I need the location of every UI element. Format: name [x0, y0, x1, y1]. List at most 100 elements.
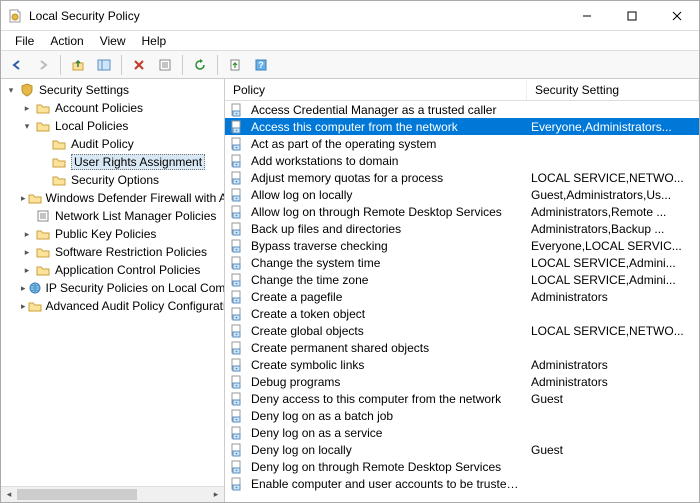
list-row[interactable]: Deny log on as a batch job — [225, 407, 699, 424]
folder-icon — [35, 262, 51, 278]
export-button[interactable] — [223, 53, 247, 77]
chevron-right-icon[interactable]: ▸ — [21, 264, 33, 276]
list-row[interactable]: Change the system timeLOCAL SERVICE,Admi… — [225, 254, 699, 271]
folder-icon — [35, 226, 51, 242]
tree-item[interactable]: ▸Software Restriction Policies — [1, 243, 224, 261]
policy-name: Create symbolic links — [245, 358, 525, 372]
minimize-button[interactable] — [564, 1, 609, 31]
refresh-button[interactable] — [188, 53, 212, 77]
list-row[interactable]: Access Credential Manager as a trusted c… — [225, 101, 699, 118]
tree-item[interactable]: Network List Manager Policies — [1, 207, 224, 225]
policy-name: Debug programs — [245, 375, 525, 389]
policy-icon — [229, 476, 245, 492]
list-row[interactable]: Allow log on locallyGuest,Administrators… — [225, 186, 699, 203]
properties-button[interactable] — [153, 53, 177, 77]
security-setting: LOCAL SERVICE,Admini... — [525, 273, 699, 287]
policy-name: Add workstations to domain — [245, 154, 525, 168]
folder-icon — [35, 118, 51, 134]
close-button[interactable] — [654, 1, 699, 31]
list-row[interactable]: Create symbolic linksAdministrators — [225, 356, 699, 373]
policy-name: Create a token object — [245, 307, 525, 321]
list-row[interactable]: Deny log on locallyGuest — [225, 441, 699, 458]
policy-icon — [229, 153, 245, 169]
list-row[interactable]: Access this computer from the networkEve… — [225, 118, 699, 135]
tree-item[interactable]: ▸Advanced Audit Policy Configuration — [1, 297, 224, 315]
tree-item[interactable]: Security Options — [1, 171, 224, 189]
chevron-right-icon[interactable]: ▸ — [21, 282, 26, 294]
delete-icon — [132, 58, 146, 72]
tree-item[interactable]: ▸Application Control Policies — [1, 261, 224, 279]
back-button[interactable] — [5, 53, 29, 77]
tree-label: IP Security Policies on Local Compute — [46, 281, 225, 295]
tree-item[interactable]: ▸Windows Defender Firewall with Adva — [1, 189, 224, 207]
policy-icon — [229, 221, 245, 237]
tree-panel[interactable]: ▾ Security Settings ▸Account Policies▾Lo… — [1, 79, 225, 502]
list-row[interactable]: Deny log on through Remote Desktop Servi… — [225, 458, 699, 475]
scroll-right-icon[interactable]: ▸ — [208, 487, 224, 502]
tree-item[interactable]: User Rights Assignment — [1, 153, 224, 171]
policy-icon — [229, 357, 245, 373]
security-setting: LOCAL SERVICE,Admini... — [525, 256, 699, 270]
list-row[interactable]: Change the time zoneLOCAL SERVICE,Admini… — [225, 271, 699, 288]
list-row[interactable]: Allow log on through Remote Desktop Serv… — [225, 203, 699, 220]
scroll-track[interactable] — [17, 487, 208, 502]
policy-name: Deny log on through Remote Desktop Servi… — [245, 460, 525, 474]
list-row[interactable]: Create permanent shared objects — [225, 339, 699, 356]
security-setting: Everyone,Administrators... — [525, 120, 699, 134]
chevron-right-icon[interactable]: ▸ — [21, 102, 33, 114]
scroll-thumb[interactable] — [17, 489, 137, 500]
list-row[interactable]: Debug programsAdministrators — [225, 373, 699, 390]
list-row[interactable]: Deny access to this computer from the ne… — [225, 390, 699, 407]
chevron-right-icon[interactable]: ▸ — [21, 228, 33, 240]
help-button[interactable]: ? — [249, 53, 273, 77]
security-setting: Administrators — [525, 290, 699, 304]
maximize-button[interactable] — [609, 1, 654, 31]
chevron-right-icon[interactable]: ▸ — [21, 300, 26, 312]
show-hide-button[interactable] — [92, 53, 116, 77]
policy-list: Access Credential Manager as a trusted c… — [225, 101, 699, 492]
menu-action[interactable]: Action — [42, 32, 91, 50]
list-icon — [35, 208, 51, 224]
list-row[interactable]: Adjust memory quotas for a processLOCAL … — [225, 169, 699, 186]
list-row[interactable]: Add workstations to domain — [225, 152, 699, 169]
chevron-right-icon[interactable]: ▸ — [21, 246, 33, 258]
menu-file[interactable]: File — [7, 32, 42, 50]
menu-help[interactable]: Help — [134, 32, 175, 50]
list-row[interactable]: Enable computer and user accounts to be … — [225, 475, 699, 492]
tree-item[interactable]: ▸Account Policies — [1, 99, 224, 117]
tree-item[interactable]: ▾Local Policies — [1, 117, 224, 135]
scroll-left-icon[interactable]: ◂ — [1, 487, 17, 502]
tree-spacer — [37, 174, 49, 186]
column-header-policy[interactable]: Policy — [225, 80, 527, 100]
policy-name: Create permanent shared objects — [245, 341, 525, 355]
list-row[interactable]: Bypass traverse checkingEveryone,LOCAL S… — [225, 237, 699, 254]
up-button[interactable] — [66, 53, 90, 77]
horizontal-scrollbar[interactable]: ◂ ▸ — [1, 486, 224, 502]
tree-item[interactable]: ▸Public Key Policies — [1, 225, 224, 243]
tree-spacer — [37, 138, 49, 150]
list-row[interactable]: Back up files and directoriesAdministrat… — [225, 220, 699, 237]
tree-item[interactable]: ▸ IP Security Policies on Local Compute — [1, 279, 224, 297]
tree-item[interactable]: Audit Policy — [1, 135, 224, 153]
column-header-setting[interactable]: Security Setting — [527, 80, 699, 100]
list-row[interactable]: Deny log on as a service — [225, 424, 699, 441]
list-row[interactable]: Act as part of the operating system — [225, 135, 699, 152]
tree-root[interactable]: ▾ Security Settings — [1, 81, 224, 99]
chevron-right-icon[interactable]: ▸ — [21, 192, 26, 204]
chevron-down-icon[interactable]: ▾ — [5, 84, 17, 96]
policy-icon — [229, 170, 245, 186]
policy-name: Bypass traverse checking — [245, 239, 525, 253]
tree-label: Security Options — [71, 173, 159, 187]
security-setting: Guest,Administrators,Us... — [525, 188, 699, 202]
delete-button[interactable] — [127, 53, 151, 77]
list-row[interactable]: Create global objectsLOCAL SERVICE,NETWO… — [225, 322, 699, 339]
list-row[interactable]: Create a token object — [225, 305, 699, 322]
forward-button[interactable] — [31, 53, 55, 77]
policy-name: Change the time zone — [245, 273, 525, 287]
menu-view[interactable]: View — [92, 32, 134, 50]
chevron-right-icon[interactable] — [21, 210, 33, 222]
chevron-down-icon[interactable]: ▾ — [21, 120, 33, 132]
list-row[interactable]: Create a pagefileAdministrators — [225, 288, 699, 305]
list-panel[interactable]: Policy Security Setting Access Credentia… — [225, 79, 699, 502]
window-title: Local Security Policy — [29, 9, 564, 23]
